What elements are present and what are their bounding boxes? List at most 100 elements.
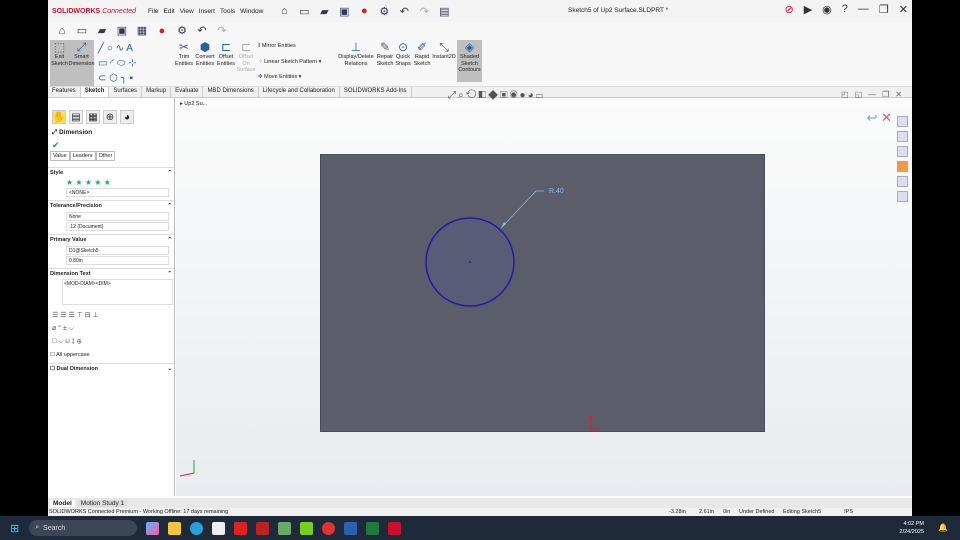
dimension-expert-icon[interactable]: ✋	[52, 110, 66, 124]
degree-symbol-icon[interactable]: °	[58, 325, 61, 332]
style-delete-icon[interactable]: ★	[85, 178, 92, 187]
options-gear-icon[interactable]: ⚙	[175, 24, 189, 38]
circle-icon[interactable]: ○	[107, 43, 113, 54]
ellipse-icon[interactable]: ⬭	[117, 58, 126, 69]
tolerance-type-select[interactable]: None	[66, 212, 169, 221]
justify-top-icon[interactable]: ⊤	[77, 312, 83, 319]
help-icon[interactable]: ?	[842, 3, 848, 16]
feature-tree-icon[interactable]: ▤	[69, 110, 83, 124]
countersink-icon[interactable]: ⌵	[58, 338, 63, 345]
notification-icon[interactable]: 🔔	[938, 523, 948, 532]
red-app-icon[interactable]	[234, 521, 248, 535]
tab-other[interactable]: Other	[95, 151, 116, 161]
graphics-area[interactable]: ▸ Up2 Su... ⤢⌕⟲◧◆▣◉●◕▭ ◰◱—❐✕ ↩ ✕ R.40	[176, 90, 912, 496]
fillet-icon[interactable]: ╮	[121, 73, 127, 84]
mirror-entities-button[interactable]: ⫴ Mirror Entities	[258, 43, 296, 50]
align-right-icon[interactable]: ☰	[68, 312, 74, 319]
trim-entities-button[interactable]: ✂ Trim Entities	[174, 40, 194, 67]
dual-dimension-checkbox[interactable]: ☐ Dual Dimension	[50, 366, 98, 372]
slot-icon[interactable]: ⊂	[98, 73, 106, 84]
chrome-app-icon[interactable]	[322, 521, 336, 535]
style-load-icon[interactable]: ★	[104, 178, 111, 187]
rapid-sketch-button[interactable]: ✐ Rapid Sketch	[412, 40, 432, 67]
collapse-icon[interactable]: ⌃	[167, 170, 172, 176]
style-apply-icon[interactable]: ★	[66, 178, 73, 187]
shaded-sketch-contours-button[interactable]: ◈ Shaded Sketch Contours	[457, 40, 482, 82]
appearances-icon[interactable]	[897, 161, 908, 172]
justify-bottom-icon[interactable]: ⊥	[93, 312, 99, 319]
all-uppercase-option[interactable]: ☐ All uppercase	[48, 352, 174, 358]
align-left-icon[interactable]: ☰	[52, 312, 58, 319]
tab-evaluate[interactable]: Evaluate	[171, 87, 204, 97]
undo-icon[interactable]: ↶	[397, 4, 411, 18]
property-manager-icon[interactable]: ▦	[86, 110, 100, 124]
style-save-icon[interactable]: ★	[94, 178, 101, 187]
tab-surfaces[interactable]: Surfaces	[109, 87, 143, 97]
tab-features[interactable]: Features	[48, 87, 81, 97]
ok-button[interactable]: ✔	[48, 140, 174, 151]
custom-properties-icon[interactable]	[897, 176, 908, 187]
word-app-icon[interactable]	[344, 521, 358, 535]
all-uppercase-checkbox[interactable]: ☐	[50, 352, 55, 358]
tab-markup[interactable]: Markup	[142, 87, 172, 97]
primary-value-name-field[interactable]: D1@Sketch5	[66, 246, 169, 255]
file-properties-icon[interactable]: ▤	[437, 4, 451, 18]
tab-sketch[interactable]: Sketch	[80, 87, 110, 97]
tab-motion-study[interactable]: Motion Study 1	[77, 499, 128, 507]
redo-icon[interactable]: ↷	[417, 4, 431, 18]
close-button[interactable]: ✕	[899, 3, 908, 16]
menu-tools[interactable]: Tools	[220, 8, 235, 15]
smart-dimension-button[interactable]: ⤢ Smart Dimension	[69, 40, 95, 86]
windows-start-icon[interactable]: ⊞	[10, 522, 19, 535]
dual-dimension-section-header[interactable]: ☐ Dual Dimension ⌄	[48, 363, 174, 374]
polygon-icon[interactable]: ⬡	[109, 73, 118, 84]
tab-value[interactable]: Value	[50, 151, 70, 161]
text-icon[interactable]: A	[126, 43, 133, 54]
rebuild-icon[interactable]: ●	[155, 24, 169, 38]
design-library-icon[interactable]	[897, 131, 908, 142]
diameter-symbol-icon[interactable]: ⌀	[52, 325, 56, 332]
home-icon[interactable]: ⌂	[55, 24, 69, 38]
display-delete-relations-button[interactable]: ⊥ Display/Delete Relations	[336, 40, 376, 67]
configuration-manager-icon[interactable]: ⊕	[103, 110, 117, 124]
app-logo[interactable]: SOLIDWORKS Connected	[52, 8, 136, 15]
justify-middle-icon[interactable]: ⊟	[85, 312, 91, 319]
redo-icon[interactable]: ↷	[215, 24, 229, 38]
solidworks-forum-icon[interactable]	[897, 191, 908, 202]
convert-entities-button[interactable]: ⬢ Convert Entities	[194, 40, 216, 67]
menu-view[interactable]: View	[180, 8, 194, 15]
pdf-app-icon[interactable]	[256, 521, 270, 535]
menu-window[interactable]: Window	[240, 8, 263, 15]
depth-icon[interactable]: ↧	[71, 338, 75, 345]
offset-entities-button[interactable]: ⊏ Offset Entities	[216, 40, 236, 67]
plus-minus-symbol-icon[interactable]: ±	[63, 325, 67, 332]
menu-file[interactable]: File	[148, 8, 158, 15]
exit-sketch-button[interactable]: ⬚ Exit Sketch	[50, 40, 69, 86]
plane-icon[interactable]: ▪	[130, 73, 134, 84]
file-explorer-icon[interactable]	[897, 146, 908, 157]
point-icon[interactable]: ⊹	[128, 58, 136, 69]
home-icon[interactable]: ⌂	[277, 4, 291, 18]
precision-select[interactable]: .12 (Document)	[66, 222, 169, 231]
tab-model[interactable]: Model	[50, 499, 75, 507]
collapse-icon[interactable]: ⌃	[167, 271, 172, 277]
primary-value-input[interactable]: 0.80in	[66, 256, 169, 265]
user-account-icon[interactable]: ◉	[822, 3, 832, 16]
undo-icon[interactable]: ↶	[195, 24, 209, 38]
instant2d-button[interactable]: ⤡ Instant2D	[432, 40, 456, 61]
cloud-off-icon[interactable]: ⊘	[784, 3, 793, 16]
counterbore-icon[interactable]: ⊔	[65, 338, 69, 345]
print-icon[interactable]: ▦	[135, 24, 149, 38]
new-file-icon[interactable]: ▭	[75, 24, 89, 38]
dimension-text-section-header[interactable]: Dimension Text ⌃	[48, 268, 174, 279]
collapse-icon[interactable]: ⌃	[167, 203, 172, 209]
open-folder-icon[interactable]: ▰	[317, 4, 331, 18]
square-symbol-icon[interactable]: □	[52, 338, 56, 345]
repair-sketch-button[interactable]: ✎ Repair Sketch	[376, 40, 394, 67]
copilot-app-icon[interactable]	[146, 521, 160, 535]
linear-pattern-button[interactable]: ⁘ Linear Sketch Pattern ▾	[258, 59, 321, 65]
spline-icon[interactable]: ∿	[116, 43, 124, 54]
move-entities-button[interactable]: ✥ Move Entities ▾	[258, 74, 301, 80]
countersink-symbol-icon[interactable]: ⌵	[69, 325, 74, 332]
units-system[interactable]: IPS	[833, 508, 853, 516]
